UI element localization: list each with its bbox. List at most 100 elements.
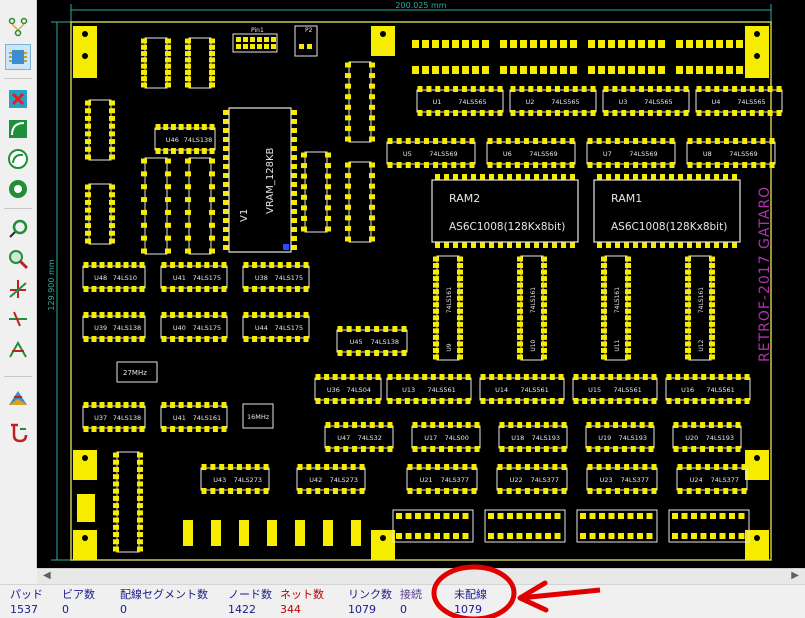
left-toolbar (0, 0, 37, 568)
dimension-tool-icon[interactable] (5, 276, 31, 302)
stat-unrouted: 未配線 1079 (454, 588, 487, 616)
svg-text:74LS561: 74LS561 (706, 386, 734, 394)
ic-mid-6: U45 74LS138 (336, 326, 408, 356)
stat-connections: 接続 0 (400, 588, 422, 616)
svg-text:74LS00: 74LS00 (445, 434, 469, 442)
ic-left-vertical-6 (301, 151, 331, 233)
inspect-tool-icon[interactable] (5, 246, 31, 272)
ram2-part: AS6C1008(128Kx8bit) (449, 221, 565, 233)
ic-left-vertical-2 (141, 37, 171, 89)
measure-tool-icon[interactable] (5, 336, 31, 362)
svg-text:U20: U20 (685, 434, 698, 442)
switch-up (295, 520, 305, 546)
toolbar-corner (0, 568, 37, 584)
route-tool-icon[interactable] (5, 116, 31, 142)
route-diff2-tool-icon[interactable] (5, 176, 31, 202)
svg-text:U24: U24 (690, 476, 703, 484)
footprint-tool-icon[interactable] (5, 44, 31, 70)
status-bar: パッド 1537 ビア数 0 配線セグメント数 0 ノード数 1422 ネット数 344 … (0, 584, 805, 618)
svg-text:U19: U19 (598, 434, 611, 442)
ic-row17-4: U20 74LS193 (672, 422, 742, 452)
led-bar-2 (500, 40, 577, 74)
connector-4 (668, 509, 750, 543)
svg-text:74LS569: 74LS569 (729, 150, 757, 158)
switch-re (351, 520, 361, 546)
svg-text:U3: U3 (618, 98, 627, 106)
ic-row-u5-2: U7 74LS569 (586, 138, 676, 168)
ram1-part: AS6C1008(128Kx8bit) (611, 221, 727, 233)
svg-text:U15: U15 (588, 386, 601, 394)
3d-view-tool-icon[interactable] (5, 386, 31, 412)
ic-bottom-left-tall (113, 451, 143, 553)
ram2-label: RAM2 (449, 192, 480, 205)
svg-text:U41: U41 (173, 414, 186, 422)
hilight-tool-icon[interactable] (5, 216, 31, 242)
svg-text:74LS561: 74LS561 (613, 386, 641, 394)
svg-text:U12: U12 (698, 339, 705, 351)
scroll-right-icon[interactable]: ▶ (791, 570, 799, 581)
svg-text:U7: U7 (603, 150, 612, 158)
horizontal-scrollbar[interactable]: ◀ ▶ (37, 568, 805, 584)
ic-row21-4: U23 74LS377 (586, 464, 658, 494)
gnd-pad (371, 26, 395, 56)
dimension-label-left: 129.900 mm (47, 259, 56, 310)
grid-tool-icon[interactable] (5, 14, 31, 40)
ic-row14-0: U36 74LS04 (314, 374, 382, 404)
svg-text:74LS565: 74LS565 (458, 98, 486, 106)
svg-text:U36: U36 (327, 386, 340, 394)
svg-text:U10: U10 (530, 339, 537, 351)
scroll-left-icon[interactable]: ◀ (43, 570, 51, 581)
ic-left-vertical-3 (141, 157, 171, 255)
svg-text:U11: U11 (614, 339, 621, 351)
ic-left-vertical-7 (345, 61, 375, 143)
svg-text:U9: U9 (446, 343, 453, 351)
ic-mid-4: U40 74LS175 (160, 312, 228, 342)
svg-text:74LS161: 74LS161 (446, 287, 453, 313)
ic-left-vertical-4 (185, 37, 215, 89)
route-diff-tool-icon[interactable] (5, 146, 31, 172)
ic-left-vertical-5 (185, 157, 215, 255)
ram1-label: RAM1 (611, 192, 642, 205)
svg-text:U46: U46 (166, 136, 179, 144)
switch-down (267, 520, 277, 546)
switch-stop (239, 520, 249, 546)
svg-text:U45: U45 (350, 338, 363, 346)
svg-text:27MHz: 27MHz (123, 369, 147, 377)
ic-left-1: U41 74LS161 (160, 402, 228, 432)
svg-text:U8: U8 (703, 150, 712, 158)
ic-left-0: U37 74LS138 (82, 402, 146, 432)
ratsnest-tool-icon[interactable] (5, 306, 31, 332)
svg-text:74LS565: 74LS565 (551, 98, 579, 106)
ic-mem-2: 74LS161 U11 (601, 255, 631, 361)
gnd-pad (371, 530, 395, 560)
pcb-canvas[interactable]: 200.025 mm 129.900 mm U1 74LS565 U2 74LS565… (37, 0, 805, 568)
ic-mid-0: U48 74LS10 (82, 262, 146, 292)
special-tool-icon[interactable] (5, 420, 31, 446)
led-bar-3 (588, 40, 665, 74)
stat-vias: ビア数 0 (62, 588, 95, 616)
stat-links: リンク数 1079 (348, 588, 392, 616)
svg-text:74LS193: 74LS193 (532, 434, 560, 442)
led-bar-1 (412, 40, 489, 74)
svg-text:U21: U21 (420, 476, 433, 484)
ic-mem-3: 74LS161 U12 (685, 255, 715, 361)
svg-text:U43: U43 (213, 476, 226, 484)
svg-text:74LS565: 74LS565 (644, 98, 672, 106)
vram-chip: VRAM_128KB V1 (228, 107, 292, 253)
pin-header-2: P2 (294, 25, 318, 57)
svg-text:74LS175: 74LS175 (275, 274, 303, 282)
svg-text:74LS161: 74LS161 (698, 287, 705, 313)
ic-row21-1: U42 74LS273 (296, 464, 366, 494)
svg-text:74LS377: 74LS377 (621, 476, 649, 484)
svg-text:U47: U47 (337, 434, 350, 442)
ic-row-u5-0: U5 74LS569 (386, 138, 476, 168)
delete-tool-icon[interactable] (5, 86, 31, 112)
svg-text:U13: U13 (402, 386, 415, 394)
connector-3 (576, 509, 658, 543)
gnd-pad (73, 450, 97, 480)
svg-text:74LS161: 74LS161 (193, 414, 221, 422)
svg-text:U22: U22 (510, 476, 523, 484)
svg-text:U14: U14 (495, 386, 508, 394)
ic-row17-2: U18 74LS193 (498, 422, 568, 452)
svg-text:74LS569: 74LS569 (429, 150, 457, 158)
